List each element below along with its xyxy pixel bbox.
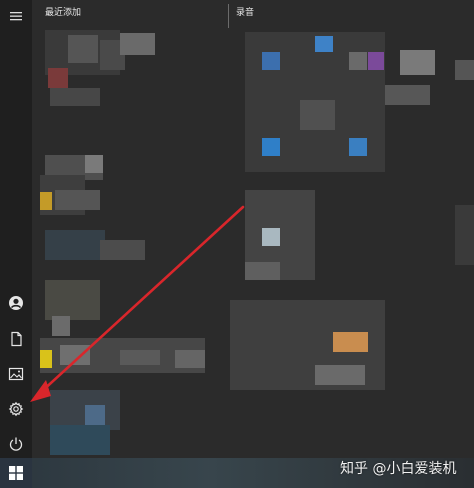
annotation-arrow (30, 205, 245, 402)
watermark: 知乎 @小白爱装机 (340, 461, 457, 477)
start-menu: 最近添加 录音 知乎 @小白爱装机 (0, 0, 474, 488)
